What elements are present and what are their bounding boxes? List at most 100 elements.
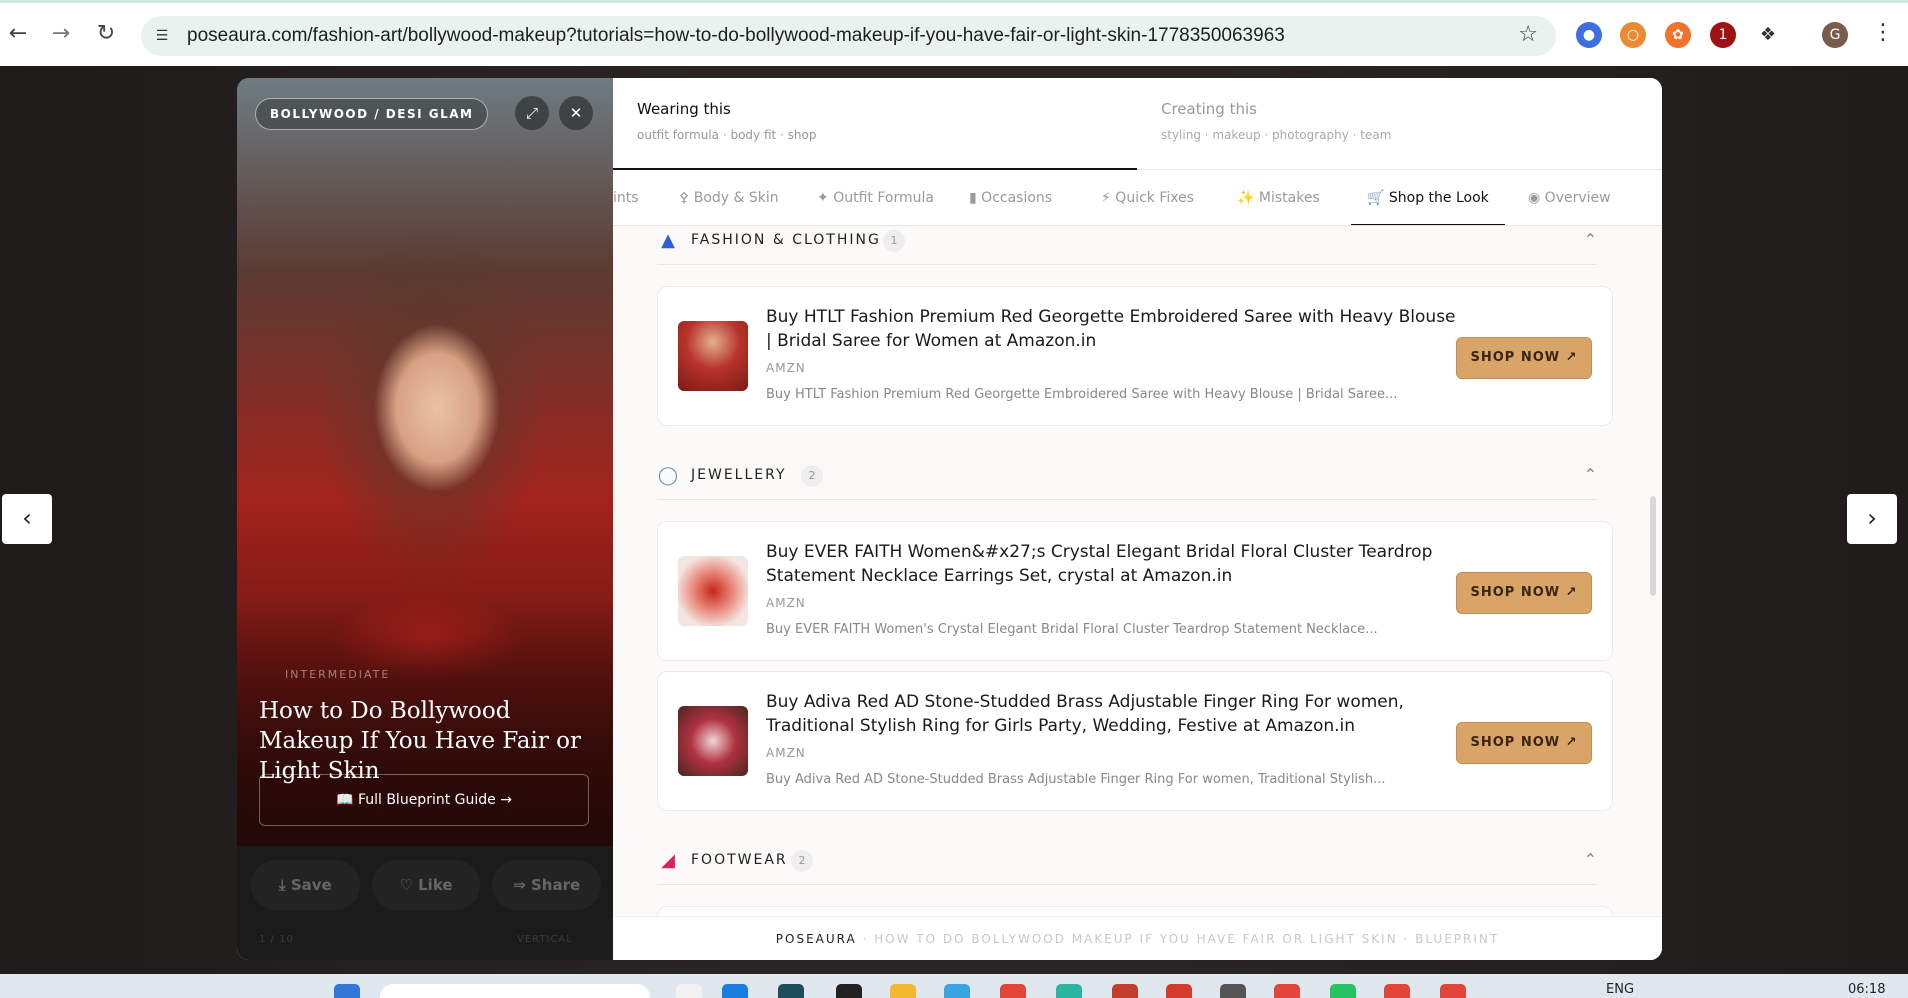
top-tabs: Wearing this outfit formula · body fit ·… xyxy=(613,78,1662,170)
tab-label: Mistakes xyxy=(1258,190,1320,206)
scrollbar[interactable] xyxy=(1650,496,1656,596)
tab-overview[interactable]: ◉ Overview xyxy=(1528,170,1611,225)
shop-now-button[interactable]: SHOP NOW ↗ xyxy=(1456,572,1592,614)
back-icon[interactable]: ← xyxy=(4,20,32,48)
chrome-icon[interactable] xyxy=(1274,984,1300,998)
address-bar[interactable]: ☰ poseaura.com/fashion-art/bollywood-mak… xyxy=(141,16,1556,56)
save-button[interactable]: ⤓ Save xyxy=(251,860,360,910)
extensions-puzzle-icon[interactable]: ❖ xyxy=(1755,22,1781,48)
product-title[interactable]: Buy HTLT Fashion Premium Red Georgette E… xyxy=(766,305,1456,353)
product-thumbnail[interactable] xyxy=(678,556,748,626)
app-icon[interactable] xyxy=(1112,984,1138,998)
product-thumbnail[interactable] xyxy=(678,321,748,391)
product-title[interactable]: Buy Adiva Red AD Stone-Studded Brass Adj… xyxy=(766,690,1456,738)
product-thumbnail[interactable] xyxy=(678,706,748,776)
divider xyxy=(657,884,1597,885)
tab-outfit-formula[interactable]: ✦ Outfit Formula xyxy=(817,170,934,225)
product-source: AMZN xyxy=(766,746,806,760)
bar-chart-icon: ▮ xyxy=(969,190,977,206)
reload-icon[interactable]: ↻ xyxy=(92,20,120,48)
tutorial-modal: BOLLYWOOD / DESI GLAM ⤢ ✕ INTERMEDIATE H… xyxy=(237,78,1662,960)
extension-icon[interactable]: ○ xyxy=(1620,22,1646,48)
expand-icon[interactable]: ⤢ xyxy=(515,96,549,130)
section-header-footwear[interactable]: ◢ FOOTWEAR 2 ⌃ xyxy=(657,850,1597,886)
close-icon[interactable]: ✕ xyxy=(559,96,593,130)
app-icon[interactable] xyxy=(778,984,804,998)
brand-name: POSEAURA xyxy=(775,932,857,946)
tab-creating-this[interactable]: Creating this styling · makeup · photogr… xyxy=(1137,78,1661,170)
search-box[interactable] xyxy=(380,984,650,998)
site-info-icon[interactable]: ☰ xyxy=(150,24,174,48)
product-title[interactable]: Buy EVER FAITH Women&#x27;s Crystal Eleg… xyxy=(766,540,1456,588)
share-button[interactable]: ⇒ Share xyxy=(492,860,602,910)
details-panel: Wearing this outfit formula · body fit ·… xyxy=(613,78,1662,960)
clock[interactable]: 06:18 xyxy=(1848,982,1885,997)
chevron-up-icon[interactable]: ⌃ xyxy=(1584,850,1597,869)
whatsapp-icon[interactable] xyxy=(1330,984,1356,998)
heart-icon: ♡ xyxy=(399,876,413,894)
product-description: Buy Adiva Red AD Stone-Studded Brass Adj… xyxy=(766,772,1386,787)
shop-now-button[interactable]: SHOP NOW ↗ xyxy=(1456,337,1592,379)
section-title: FASHION & CLOTHING xyxy=(691,232,881,248)
extension-icon[interactable]: 1 xyxy=(1710,22,1736,48)
section-count: 2 xyxy=(791,850,813,872)
section-tabs: ints ⚴ Body & Skin ✦ Outfit Formula ▮ Oc… xyxy=(613,170,1662,226)
app-icon[interactable] xyxy=(722,984,748,998)
tag-icon: ⚴ xyxy=(679,190,690,206)
app-icon[interactable] xyxy=(944,984,970,998)
language-indicator[interactable]: ENG xyxy=(1606,982,1634,997)
profile-avatar[interactable]: G xyxy=(1822,22,1848,48)
tab-quick-fixes[interactable]: ⚡ Quick Fixes xyxy=(1101,170,1194,225)
ring-icon: ◯ xyxy=(657,465,679,486)
divider xyxy=(657,499,1597,500)
forward-icon[interactable]: → xyxy=(47,20,75,48)
footer-caption: · HOW TO DO BOLLYWOOD MAKEUP IF YOU HAVE… xyxy=(856,932,1500,946)
app-icon[interactable] xyxy=(1056,984,1082,998)
tab-label: Outfit Formula xyxy=(833,190,934,206)
app-icon[interactable] xyxy=(836,984,862,998)
tutorial-title: How to Do Bollywood Makeup If You Have F… xyxy=(259,698,582,784)
app-icon[interactable] xyxy=(1166,984,1192,998)
tab-subtitle: outfit formula · body fit · shop xyxy=(637,128,817,142)
section-header-fashion[interactable]: ▲ FASHION & CLOTHING 1 ⌃ xyxy=(657,230,1597,266)
full-blueprint-button[interactable]: 📖 Full Blueprint Guide → xyxy=(259,774,589,826)
extension-icon[interactable]: ✿ xyxy=(1665,22,1691,48)
start-icon[interactable] xyxy=(334,984,360,998)
shop-now-label: SHOP NOW xyxy=(1470,350,1561,365)
chevron-up-icon[interactable]: ⌃ xyxy=(1584,465,1597,484)
tab-occasions[interactable]: ▮ Occasions xyxy=(969,170,1052,225)
tab-prints[interactable]: ints xyxy=(613,170,639,225)
product-card xyxy=(657,906,1613,916)
folder-icon[interactable] xyxy=(890,984,916,998)
app-icon[interactable] xyxy=(1220,984,1246,998)
browser-menu-icon[interactable]: ⋮ xyxy=(1872,20,1894,45)
chrome-icon[interactable] xyxy=(1384,984,1410,998)
tab-shop-the-look[interactable]: 🛒 Shop the Look xyxy=(1351,170,1505,225)
external-link-icon: ↗ xyxy=(1565,735,1578,750)
tab-title: Wearing this xyxy=(637,100,731,118)
tab-mistakes[interactable]: ✨ Mistakes xyxy=(1237,170,1320,225)
extension-icon[interactable]: ● xyxy=(1576,22,1602,48)
app-icon[interactable] xyxy=(1000,984,1026,998)
external-link-icon: ↗ xyxy=(1565,585,1578,600)
chrome-icon[interactable] xyxy=(1440,984,1466,998)
bookmark-star-icon[interactable]: ☆ xyxy=(1518,22,1538,47)
next-arrow-icon[interactable]: › xyxy=(1847,494,1897,544)
heel-shoe-icon: ◢ xyxy=(661,850,675,871)
like-button[interactable]: ♡ Like xyxy=(371,860,481,910)
eye-icon: ◉ xyxy=(1528,190,1541,206)
chevron-up-icon[interactable]: ⌃ xyxy=(1584,230,1597,249)
save-label: Save xyxy=(290,876,332,894)
tab-body-skin[interactable]: ⚴ Body & Skin xyxy=(679,170,779,225)
shop-now-button[interactable]: SHOP NOW ↗ xyxy=(1456,722,1592,764)
modal-footer: POSEAURA · HOW TO DO BOLLYWOOD MAKEUP IF… xyxy=(613,916,1662,960)
app-icon[interactable] xyxy=(676,984,702,998)
url-text[interactable]: poseaura.com/fashion-art/bollywood-makeu… xyxy=(187,25,1285,47)
tab-label: Shop the Look xyxy=(1388,190,1489,206)
tab-wearing-this[interactable]: Wearing this outfit formula · body fit ·… xyxy=(613,78,1137,170)
image-counter: 1 / 10 xyxy=(259,934,294,945)
magic-wand-icon: ✦ xyxy=(817,190,829,206)
tab-subtitle: styling · makeup · photography · team xyxy=(1161,128,1392,142)
section-header-jewellery[interactable]: ◯ JEWELLERY 2 ⌃ xyxy=(657,465,1597,501)
prev-arrow-icon[interactable]: ‹ xyxy=(2,494,52,544)
